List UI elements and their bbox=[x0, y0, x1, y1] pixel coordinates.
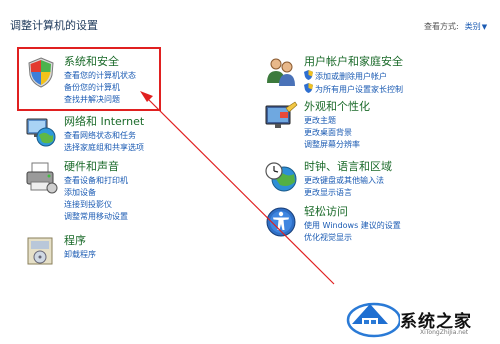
annotation-arrow bbox=[140, 91, 335, 285]
watermark-logo-icon bbox=[346, 302, 400, 338]
watermark-url: XiTongZhiJia.net bbox=[420, 329, 469, 336]
